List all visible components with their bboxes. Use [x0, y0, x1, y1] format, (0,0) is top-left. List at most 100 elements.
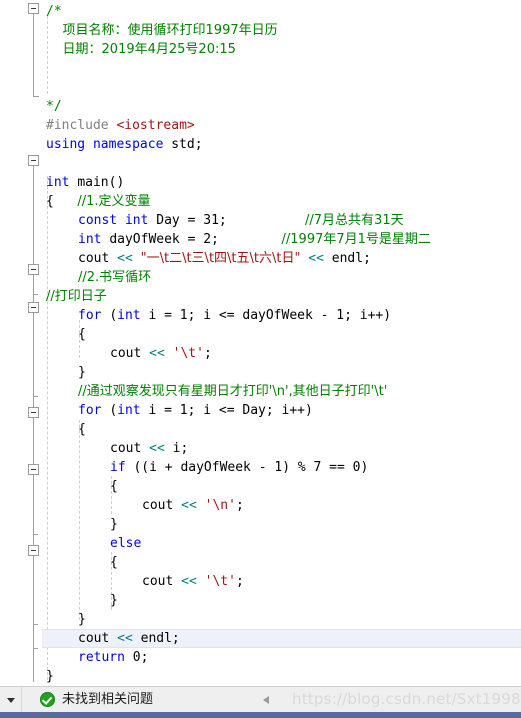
- code-token-txt: }: [78, 612, 86, 627]
- watermark-url: https://blog.csdn.net/Sxt199810: [292, 690, 521, 708]
- code-line[interactable]: }: [46, 667, 54, 686]
- code-line[interactable]: cout << '\t';: [142, 572, 244, 591]
- code-token-txt: {: [110, 479, 118, 494]
- code-token-txt: }: [78, 365, 86, 380]
- code-line[interactable]: }: [78, 610, 86, 629]
- code-token-str: '\t': [204, 574, 236, 589]
- code-token-txt: std;: [171, 137, 203, 152]
- code-token-op: <<: [308, 251, 332, 266]
- caret-down-icon: [7, 698, 15, 703]
- triangle-left-icon[interactable]: [263, 696, 269, 704]
- status-dropdown-button[interactable]: [0, 687, 22, 712]
- green-check-icon: [40, 692, 55, 707]
- code-token-txt: endl;: [331, 251, 371, 266]
- code-token-txt: }: [110, 593, 118, 608]
- code-token-txt: i = 1; i <= Day; i++): [148, 403, 313, 418]
- status-message: 未找到相关问题: [62, 692, 154, 707]
- code-token-str: '\n': [204, 498, 236, 513]
- code-token-str: '\t': [172, 346, 204, 361]
- code-token-cmt: 项目名称：使用循环打印1997年日历: [46, 23, 278, 38]
- code-token-txt: Day = 31;: [156, 213, 227, 228]
- code-token-op: <<: [117, 631, 141, 646]
- code-line[interactable]: //通过观察发现只有星期日才打印'\n',其他日子打印'\t': [78, 382, 387, 401]
- code-token-kw: if: [110, 460, 134, 475]
- code-editing-surface[interactable]: /* 项目名称：使用循环打印1997年日历 日期：2019年4月25号20:15…: [0, 0, 521, 686]
- code-token-op: <<: [181, 498, 205, 513]
- code-line[interactable]: cout << endl;: [78, 629, 180, 648]
- bottom-accent-strip: [0, 712, 521, 718]
- code-token-txt: ((i + dayOfWeek - 1) % 7 == 0): [133, 460, 369, 475]
- code-line[interactable]: cout << "一\t二\t三\t四\t五\t六\t日" << endl;: [78, 249, 371, 268]
- code-line[interactable]: for (int i = 1; i <= dayOfWeek - 1; i++): [78, 306, 391, 325]
- code-token-op: <<: [181, 574, 205, 589]
- code-line[interactable]: //2.书写循环: [78, 268, 151, 287]
- code-line[interactable]: //打印日子: [46, 287, 107, 306]
- code-token-cmt: //通过观察发现只有星期日才打印'\n',其他日子打印'\t': [78, 384, 388, 399]
- code-line[interactable]: if ((i + dayOfWeek - 1) % 7 == 0): [110, 458, 368, 477]
- code-line[interactable]: else: [110, 534, 141, 553]
- code-line[interactable]: 项目名称：使用循环打印1997年日历: [46, 21, 278, 40]
- code-token-txt: {: [78, 422, 86, 437]
- code-token-kw: int: [117, 403, 149, 418]
- code-line[interactable]: {: [110, 477, 118, 496]
- code-token-kw: using namespace: [46, 137, 172, 152]
- code-token-txt: cout: [110, 441, 150, 456]
- code-token-txt: ;: [235, 574, 244, 589]
- code-line[interactable]: {: [78, 325, 86, 344]
- code-token-kw: for: [78, 308, 110, 323]
- code-token-txt: (: [109, 403, 118, 418]
- code-token-str: "一\t二\t三\t四\t五\t六\t日": [140, 251, 301, 266]
- code-line[interactable]: */: [46, 97, 62, 116]
- code-line[interactable]: cout << i;: [110, 439, 188, 458]
- code-line[interactable]: for (int i = 1; i <= Day; i++): [78, 401, 313, 420]
- code-token-cmt: 日期：2019年4月25号20:15: [46, 42, 236, 57]
- code-token-kw: const int: [78, 213, 157, 228]
- code-line[interactable]: cout << '\n';: [142, 496, 244, 515]
- status-bar: 未找到相关问题 https://blog.csdn.net/Sxt199810: [0, 686, 521, 712]
- code-token-txt: cout: [142, 574, 182, 589]
- code-line[interactable]: }: [110, 515, 118, 534]
- code-token-txt: cout: [78, 631, 118, 646]
- code-editor-window: /* 项目名称：使用循环打印1997年日历 日期：2019年4月25号20:15…: [0, 0, 521, 718]
- code-token-cmt: //1.定义变量: [77, 194, 151, 209]
- code-token-cmt: */: [46, 99, 62, 114]
- code-line[interactable]: {: [78, 420, 86, 439]
- code-text-layer[interactable]: /* 项目名称：使用循环打印1997年日历 日期：2019年4月25号20:15…: [0, 0, 521, 686]
- code-token-kw: int: [78, 232, 110, 247]
- code-token-pp: #include: [46, 118, 117, 133]
- code-token-txt: ;: [203, 346, 212, 361]
- code-token-op: <<: [149, 346, 173, 361]
- code-line[interactable]: cout << '\t';: [110, 344, 212, 363]
- code-token-txt: {: [110, 555, 118, 570]
- code-line[interactable]: int main(): [46, 173, 124, 192]
- code-token-txt: {: [78, 327, 86, 342]
- code-token-txt: i = 1; i <= dayOfWeek - 1; i++): [148, 308, 392, 323]
- code-token-op: <<: [149, 441, 173, 456]
- code-token-txt: {: [46, 194, 78, 209]
- code-line[interactable]: }: [78, 363, 86, 382]
- code-line[interactable]: const int Day = 31; //7月总共有31天: [78, 211, 404, 230]
- code-line[interactable]: #include <iostream>: [46, 116, 195, 135]
- code-token-cmt: /*: [46, 4, 62, 19]
- code-line[interactable]: /*: [46, 2, 62, 21]
- code-token-cmt: //7月总共有31天: [305, 213, 404, 228]
- code-token-txt: (: [109, 308, 118, 323]
- code-token-txt: }: [110, 517, 118, 532]
- code-token-txt: endl;: [140, 631, 180, 646]
- code-line[interactable]: {: [110, 553, 118, 572]
- code-token-txt: cout: [78, 251, 118, 266]
- code-line[interactable]: using namespace std;: [46, 135, 203, 154]
- code-token-txt: ;: [235, 498, 244, 513]
- code-token-kw: for: [78, 403, 110, 418]
- code-line[interactable]: { //1.定义变量: [46, 192, 150, 211]
- code-line[interactable]: }: [110, 591, 118, 610]
- code-token-cmt: //1997年7月1号是星期二: [281, 232, 431, 247]
- code-token-kw: else: [110, 536, 142, 551]
- code-token-cmt: //打印日子: [46, 289, 107, 304]
- code-token-kw: int: [46, 175, 78, 190]
- code-line[interactable]: return 0;: [78, 648, 148, 667]
- code-line[interactable]: int dayOfWeek = 2; //1997年7月1号是星期二: [78, 230, 431, 249]
- code-line[interactable]: 日期：2019年4月25号20:15: [46, 40, 236, 59]
